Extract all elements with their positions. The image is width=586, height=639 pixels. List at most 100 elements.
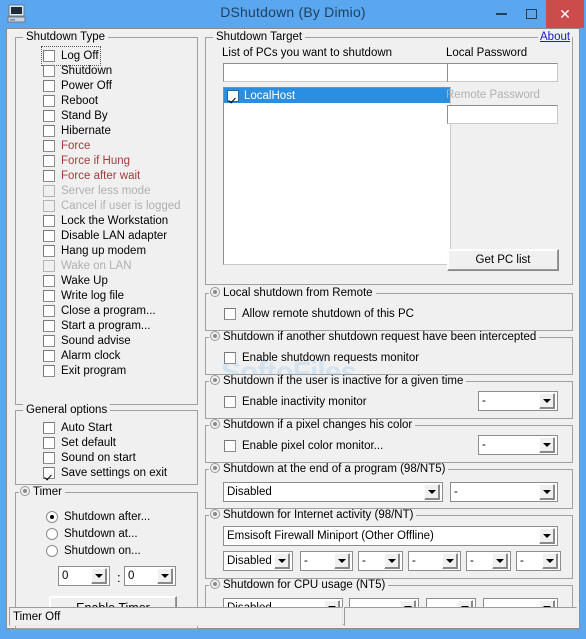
checkbox-box[interactable] [43, 467, 55, 479]
checkbox-alarm-clock[interactable]: Alarm clock [43, 348, 120, 364]
chevron-down-icon[interactable] [424, 484, 440, 500]
inactivity-time-combo[interactable]: - [478, 391, 558, 411]
group-radio-icon[interactable] [210, 375, 220, 385]
radio-shutdown-at[interactable]: Shutdown at... [46, 526, 138, 542]
radio-dot[interactable] [46, 528, 58, 540]
chevron-down-icon[interactable] [274, 553, 290, 569]
chevron-down-icon[interactable] [442, 553, 458, 569]
close-button[interactable]: ✕ [546, 0, 584, 28]
list-item[interactable]: LocalHost [224, 88, 450, 103]
internet-combo-3[interactable]: - [358, 551, 403, 571]
timer-hours-combo[interactable]: 0 [58, 566, 110, 586]
chevron-down-icon[interactable] [539, 437, 555, 453]
checkbox-auto-start[interactable]: Auto Start [43, 420, 112, 436]
checkbox-force-if-hung[interactable]: Force if Hung [43, 153, 130, 169]
chevron-down-icon[interactable] [539, 393, 555, 409]
checkbox-box[interactable] [224, 352, 236, 364]
checkbox-box[interactable] [43, 305, 55, 317]
checkbox-enable-inactivity-monitor[interactable]: Enable inactivity monitor [224, 394, 367, 410]
checkbox-box[interactable] [224, 440, 236, 452]
checkbox-force[interactable]: Force [43, 138, 90, 154]
checkbox-box[interactable] [43, 110, 55, 122]
internet-combo-5[interactable]: - [466, 551, 511, 571]
checkbox-set-default[interactable]: Set default [43, 435, 116, 451]
group-radio-icon[interactable] [210, 463, 220, 473]
maximize-button[interactable] [516, 0, 546, 28]
internet-combo-2[interactable]: - [300, 551, 353, 571]
internet-combo-6[interactable]: - [516, 551, 561, 571]
checkbox-allow-remote-shutdown[interactable]: Allow remote shutdown of this PC [224, 306, 414, 322]
group-radio-icon[interactable] [210, 287, 220, 297]
checkbox-box[interactable] [43, 350, 55, 362]
checkbox-stand-by[interactable]: Stand By [43, 108, 108, 124]
radio-dot[interactable] [46, 545, 58, 557]
checkbox-force-after-wait[interactable]: Force after wait [43, 168, 140, 184]
get-pc-list-button[interactable]: Get PC list [447, 249, 559, 271]
remote-password-input[interactable] [447, 105, 558, 124]
checkbox-box[interactable] [43, 320, 55, 332]
checkbox-shutdown[interactable]: Shutdown [43, 63, 112, 79]
checkbox-wake-up[interactable]: Wake Up [43, 273, 108, 289]
group-radio-icon[interactable] [210, 579, 220, 589]
local-password-input[interactable] [447, 63, 558, 82]
timer-group-radio-icon[interactable] [20, 486, 30, 496]
checkbox-box[interactable] [43, 422, 55, 434]
checkbox-sound-on-start[interactable]: Sound on start [43, 450, 136, 466]
checkbox-save-settings-on-exit[interactable]: Save settings on exit [43, 465, 167, 481]
checkbox-write-log-file[interactable]: Write log file [43, 288, 124, 304]
checkbox-box[interactable] [224, 308, 236, 320]
chevron-down-icon[interactable] [91, 568, 107, 584]
checkbox-hibernate[interactable]: Hibernate [43, 123, 111, 139]
checkbox-box[interactable] [224, 396, 236, 408]
radio-shutdown-after[interactable]: Shutdown after... [46, 509, 150, 525]
checkbox-box[interactable] [43, 290, 55, 302]
internet-combo-1[interactable]: Disabled [223, 551, 293, 571]
checkbox-start-a-program[interactable]: Start a program... [43, 318, 150, 334]
checkbox-box[interactable] [43, 170, 55, 182]
pixel-color-combo[interactable]: - [478, 435, 558, 455]
timer-minutes-combo[interactable]: 0 [124, 566, 176, 586]
checkbox-box[interactable] [43, 230, 55, 242]
chevron-down-icon[interactable] [384, 553, 400, 569]
checkbox-reboot[interactable]: Reboot [43, 93, 98, 109]
checkbox-box[interactable] [43, 140, 55, 152]
checkbox-box[interactable] [43, 245, 55, 257]
checkbox-box[interactable] [227, 89, 239, 102]
checkbox-box[interactable] [43, 50, 55, 62]
pc-list[interactable]: LocalHost [223, 87, 451, 265]
group-radio-icon[interactable] [210, 331, 220, 341]
checkbox-close-a-program[interactable]: Close a program... [43, 303, 156, 319]
chevron-down-icon[interactable] [334, 553, 350, 569]
checkbox-box[interactable] [43, 65, 55, 77]
checkbox-log-off[interactable]: Log Off [41, 46, 101, 66]
minimize-button[interactable] [486, 0, 516, 28]
checkbox-box[interactable] [43, 275, 55, 287]
checkbox-box[interactable] [43, 80, 55, 92]
group-radio-icon[interactable] [210, 419, 220, 429]
checkbox-box[interactable] [43, 155, 55, 167]
checkbox-box[interactable] [43, 365, 55, 377]
checkbox-disable-lan-adapter[interactable]: Disable LAN adapter [43, 228, 167, 244]
checkbox-box[interactable] [43, 95, 55, 107]
checkbox-lock-the-workstation[interactable]: Lock the Workstation [43, 213, 168, 229]
checkbox-box[interactable] [43, 215, 55, 227]
checkbox-enable-shutdown-requests-monitor[interactable]: Enable shutdown requests monitor [224, 350, 419, 366]
checkbox-box[interactable] [43, 452, 55, 464]
end-of-program-second-combo[interactable]: - [450, 482, 558, 502]
about-link[interactable]: About [538, 31, 573, 43]
group-radio-icon[interactable] [210, 509, 220, 519]
internet-adapter-combo[interactable]: Emsisoft Firewall Miniport (Other Offlin… [223, 526, 558, 546]
title-bar[interactable]: DShutdown (By Dimio) ✕ [0, 0, 586, 28]
checkbox-box[interactable] [43, 437, 55, 449]
radio-dot[interactable] [46, 511, 58, 523]
chevron-down-icon[interactable] [492, 553, 508, 569]
chevron-down-icon[interactable] [539, 528, 555, 544]
checkbox-hang-up-modem[interactable]: Hang up modem [43, 243, 146, 259]
radio-shutdown-on[interactable]: Shutdown on... [46, 543, 141, 559]
checkbox-power-off[interactable]: Power Off [43, 78, 112, 94]
chevron-down-icon[interactable] [542, 553, 558, 569]
end-of-program-main-combo[interactable]: Disabled [223, 482, 443, 502]
checkbox-exit-program[interactable]: Exit program [43, 363, 126, 379]
pc-filter-input[interactable] [223, 63, 451, 82]
checkbox-sound-advise[interactable]: Sound advise [43, 333, 131, 349]
